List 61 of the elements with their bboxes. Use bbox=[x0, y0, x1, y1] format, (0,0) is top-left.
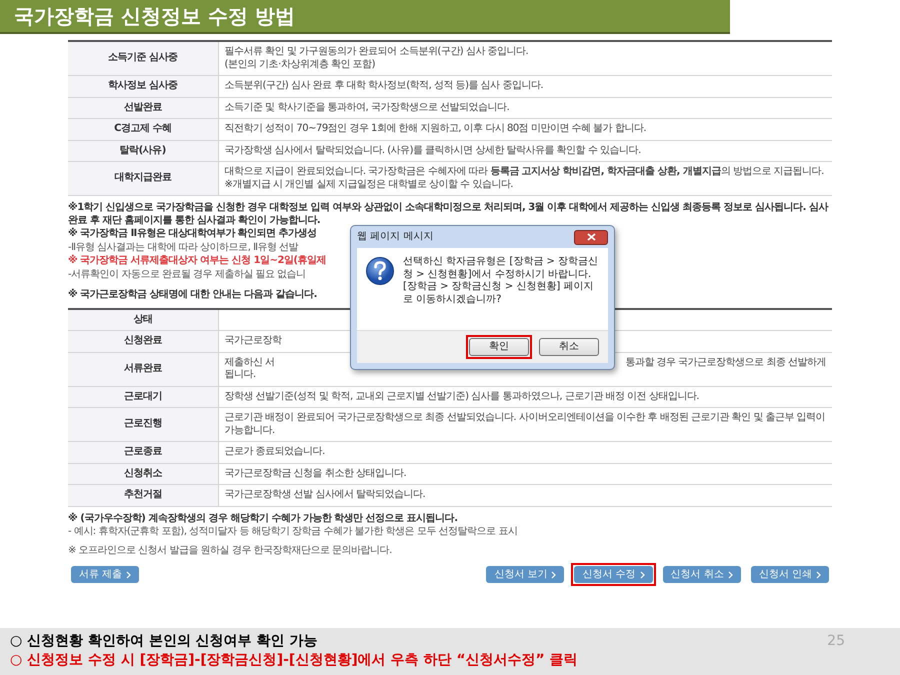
cell-text: 장학생 선발기준(성적 및 학적, 교내외 근로지별 선발기준) 심사를 통과하였으나, 근로기관 배정 이전 상태입니다. bbox=[224, 390, 699, 403]
cell-text: 직전학기 성적이 70~79점인 경우 1회에 한해 지원하고, 이후 다시 80점 미만이면 수혜 불가 합니다. bbox=[224, 123, 646, 136]
close-icon bbox=[586, 233, 596, 241]
status-cell: 신청취소 bbox=[68, 463, 218, 484]
dialog-button[interactable]: 확인 bbox=[469, 338, 529, 356]
note-text: ※ 국가장학금 서류제출대상자 여부는 신청 1일~2일(휴일제 bbox=[68, 255, 326, 268]
chevron-icon bbox=[816, 570, 821, 578]
status-cell: C경고제 수혜 bbox=[68, 118, 218, 140]
action-button[interactable]: 신청서 취소 bbox=[662, 566, 741, 583]
status-cell: 학사정보 심사중 bbox=[68, 76, 218, 97]
action-button[interactable]: 서류 제출 bbox=[71, 566, 140, 583]
chevron-icon bbox=[728, 570, 733, 578]
status-cell: 선발완료 bbox=[68, 97, 218, 118]
status-cell: 서류완료 bbox=[68, 352, 218, 386]
note-text: ※ 오프라인으로 신청서 발급을 원하실 경우 한국장학재단으로 문의바랍니다. bbox=[68, 544, 392, 557]
close-button[interactable] bbox=[574, 230, 608, 244]
cell-text: 국가근로장학 bbox=[224, 335, 282, 348]
question-icon bbox=[365, 256, 395, 286]
status-cell: 근로종료 bbox=[68, 442, 218, 463]
chevron-icon bbox=[551, 570, 556, 578]
note-text: ※1학기 신입생으로 국가장학금을 신청한 경우 대학정보 입력 여부와 상관없이 소속대학미정으로 처리되며, 3월 이후 대학에서 제공하는 신입생 최종등록 정보로 심사됩니다. 심사완료 후 재단 홈페이지를 통한 심사결과 확인이 가능합니다. bbox=[68, 202, 830, 227]
chevron-icon bbox=[126, 570, 132, 578]
note-text: -Ⅱ유형 심사결과는 대학에 따라 상이하므로, Ⅱ유형 선발 bbox=[68, 242, 298, 254]
dialog-title: 웹 페이지 메시지 bbox=[357, 230, 434, 244]
cell-text: 됩니다. bbox=[224, 369, 256, 382]
dialog-button[interactable]: 취소 bbox=[539, 338, 599, 356]
footer-text: ○ 신청현황 확인하여 본인의 신청여부 확인 가능 bbox=[10, 632, 318, 651]
cell-text: 대학으로 지급이 완료되었습니다. 국가장학금은 수혜자에 따라 등록금 고지서상 학비감면, 학자금대출 상환, 개별지급의 방법으로 지급됩니다. bbox=[224, 166, 824, 178]
cell-text: 국가장학생 심사에서 탈락되었습니다. (사유)를 클릭하시면 상세한 탈락사유를 확인할 수 있습니다. bbox=[224, 144, 641, 157]
cell-text: 필수서류 확인 및 가구원동의가 완료되어 소득분위(구간) 심사 중입니다. bbox=[224, 46, 528, 58]
cell-text: 소득기준 및 학사기준을 통과하여, 국가장학생으로 선발되었습니다. bbox=[224, 102, 510, 114]
status-cell: 근로진행 bbox=[68, 408, 218, 442]
chevron-icon bbox=[640, 570, 645, 578]
caption-text: ※ 국가근로장학금 상태명에 대한 안내는 다음과 같습니다. bbox=[68, 289, 317, 302]
note-text: ※ 국가장학금 Ⅱ유형은 대상대학여부가 확인되면 추가생성 bbox=[68, 228, 317, 240]
status-cell: 추천거절 bbox=[68, 484, 218, 506]
note-text: ※ (국가우수장학) 계속장학생의 경우 해당학기 수혜가 가능한 학생만 선정으로 표시됩니다. bbox=[68, 512, 458, 525]
status-cell: 탈락(사유) bbox=[68, 140, 218, 162]
status-cell: 신청완료 bbox=[68, 330, 218, 352]
cell-text: ※개별지급 시 개인별 실제 지급일정은 대학별로 상이할 수 있습니다. bbox=[224, 178, 513, 191]
action-button[interactable]: 신청서 보기 bbox=[486, 566, 564, 583]
status-cell: 대학지급완료 bbox=[68, 162, 218, 196]
page-number: 25 bbox=[827, 632, 845, 651]
status-cell: 소득기준 심사중 bbox=[68, 41, 218, 76]
cell-text: (본인의 기초·차상위계층 확인 포함) bbox=[224, 58, 376, 71]
cell-text: 국가근로장학생 선발 심사에서 탈락되었습니다. bbox=[224, 489, 426, 502]
cell-text: 통과할 경우 국가근로장학생으로 최종 선발하게 bbox=[625, 356, 826, 369]
cell-text: 근로기관 배정이 완료되어 국가근로장학생으로 최종 선발되었습니다. 사이버오리엔테이션을 이수한 후 배정된 근로기관 확인 및 출근부 입력이 가능합니다. bbox=[224, 412, 826, 437]
cell-text: 국가근로장학금 신청을 취소한 상태입니다. bbox=[224, 468, 406, 480]
dialog-message: 선택하신 학자금유형은 [장학금 > 장학금신청 > 신청현황]에서 수정하시기 바랍니다. [장학금 > 장학금신청 > 신청현황] 페이지로 이동하시겠습니까? bbox=[403, 256, 599, 306]
cell-text: 제출하신 서 bbox=[224, 356, 275, 369]
action-button[interactable]: 신청서 수정 bbox=[574, 566, 653, 583]
column-header: 상태 bbox=[68, 308, 218, 330]
footer-text: ○ 신청정보 수정 시 [장학금]-[장학금신청]-[신청현황]에서 우측 하단 “신청서수정” 클릭 bbox=[10, 651, 578, 670]
status-cell: 근로대기 bbox=[68, 386, 218, 408]
slide-title: 국가장학금 신청정보 수정 방법 bbox=[0, 0, 730, 34]
note-text: - 예시: 휴학자(군휴학 포함), 성적미달자 등 해당학기 장학금 수혜가 불가한 학생은 모두 선정탈락으로 표시 bbox=[68, 526, 518, 538]
cell-text: 근로가 종료되었습니다. bbox=[224, 446, 325, 458]
cell-text: 소득분위(구간) 심사 완료 후 대학 학사정보(학적, 성적 등)를 심사 중입니다. bbox=[224, 80, 544, 92]
action-button[interactable]: 신청서 인쇄 bbox=[750, 566, 829, 583]
note-text: -서류확인이 자동으로 완료될 경우 제출하실 필요 없습니 bbox=[68, 268, 306, 281]
